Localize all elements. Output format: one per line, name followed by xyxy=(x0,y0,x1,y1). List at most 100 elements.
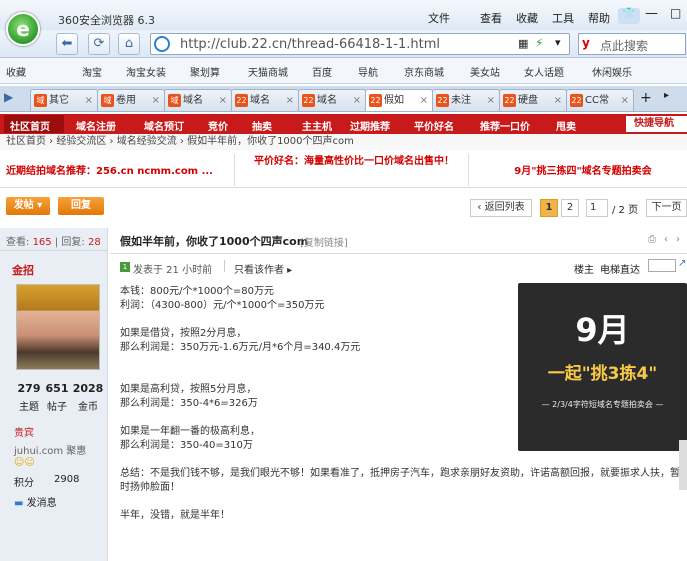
sidebar-toggle-icon[interactable]: ▶ xyxy=(4,90,13,104)
prev-thread-icon[interactable]: ‹ xyxy=(664,234,668,245)
menu-help[interactable]: 帮助 xyxy=(588,10,610,26)
address-text[interactable]: http://club.22.cn/thread-66418-1-1.html xyxy=(180,37,440,52)
fav-tmall[interactable]: 天猫商城 xyxy=(248,64,288,79)
nav-sale[interactable]: 抽卖 xyxy=(252,118,272,133)
close-icon[interactable]: × xyxy=(487,90,495,111)
fav-women-topic[interactable]: 女人话题 xyxy=(524,64,564,79)
ie-mode-icon[interactable] xyxy=(154,36,170,52)
tab-9[interactable]: 22 CC常 × xyxy=(566,89,634,111)
nav-buy-now[interactable]: 推荐一口价 xyxy=(480,118,530,133)
only-author-link[interactable]: 只看该作者 ▸ xyxy=(234,261,292,276)
jump-go-icon[interactable]: ↗ xyxy=(678,258,686,269)
close-icon[interactable]: × xyxy=(621,90,629,111)
tab-7[interactable]: 22 未注 × xyxy=(432,89,500,111)
close-icon[interactable]: × xyxy=(353,90,361,111)
back-icon[interactable]: ⬅ xyxy=(56,33,78,55)
menu-file[interactable]: 文件 xyxy=(428,10,450,26)
page-input[interactable]: 1 xyxy=(586,199,608,217)
menu-view[interactable]: 查看 xyxy=(480,10,502,26)
menu-favorites[interactable]: 收藏 xyxy=(516,10,538,26)
page-2[interactable]: 2 xyxy=(561,199,579,217)
qr-icon[interactable]: ▦ xyxy=(518,37,528,50)
fav-taobao[interactable]: 淘宝 xyxy=(82,64,102,79)
fav-taobao-women[interactable]: 淘宝女装 xyxy=(126,64,166,79)
back-to-list-button[interactable]: ‹ 返回列表 xyxy=(470,199,532,217)
tab-label: 域名 xyxy=(183,95,203,106)
maximize-icon[interactable]: □ xyxy=(670,6,681,20)
avatar[interactable] xyxy=(16,284,100,370)
new-post-button[interactable]: 发帖 ▾ xyxy=(6,197,50,215)
nav-host[interactable]: 主主机 xyxy=(302,118,332,133)
fav-beauty[interactable]: 美女站 xyxy=(470,64,500,79)
tab-2[interactable]: 域卷用 × xyxy=(97,89,165,111)
favorites-menu[interactable]: 收藏 xyxy=(6,64,26,79)
reply-button[interactable]: 回复 xyxy=(58,197,104,215)
page-1[interactable]: 1 xyxy=(540,199,558,217)
auction-ad-banner[interactable]: 9月 一起"挑3拣4" — 2/3/4字符短域名专题拍卖会 — xyxy=(518,283,687,451)
close-icon[interactable]: × xyxy=(219,90,227,111)
search-input[interactable]: 点此搜索 xyxy=(600,37,648,54)
promo-recent[interactable]: 近期结拍域名推荐：256.cn ncmm.com ... xyxy=(6,162,232,177)
tab-5[interactable]: 22 域名 × xyxy=(298,89,366,111)
nav-expired[interactable]: 过期推荐 xyxy=(350,118,390,133)
nav-bidding[interactable]: 竞价 xyxy=(208,118,228,133)
tab-label: 其它 xyxy=(49,95,69,106)
tab-list-icon[interactable]: ▸ xyxy=(664,90,669,101)
send-message-link[interactable]: ▬ 发消息 xyxy=(14,494,57,509)
stat-posts-value[interactable]: 651 xyxy=(44,382,70,395)
minimize-icon[interactable]: — xyxy=(645,6,658,21)
stat-coins-value[interactable]: 2028 xyxy=(72,382,104,395)
back-to-list-label: 返回列表 xyxy=(484,202,525,213)
stat-threads-value[interactable]: 279 xyxy=(16,382,42,395)
search-engine-icon[interactable]: y xyxy=(582,36,590,50)
tab-favicon-icon: 域 xyxy=(168,94,181,107)
breadcrumb-text[interactable]: 社区首页 › 经验交流区 › 域名经验交流 › 假如半年前，你收了1000个四声… xyxy=(0,136,354,147)
tab-label: 未注 xyxy=(451,95,471,106)
fav-entertainment[interactable]: 休闲娱乐 xyxy=(592,64,632,79)
refresh-icon[interactable]: ⟳ xyxy=(88,33,110,55)
tab-4[interactable]: 22 域名 × xyxy=(231,89,299,111)
copy-link[interactable]: [复制链接] xyxy=(300,234,348,249)
send-message-label: 发消息 xyxy=(26,498,57,509)
fav-juhuasuan[interactable]: 聚划算 xyxy=(190,64,220,79)
new-tab-icon[interactable]: + xyxy=(640,90,652,106)
jump-input[interactable] xyxy=(648,259,676,272)
tab-favicon-icon: 22 xyxy=(503,94,516,107)
skin-icon[interactable]: 👕 xyxy=(618,8,640,24)
tab-8[interactable]: 22 硬盘 × xyxy=(499,89,567,111)
close-icon[interactable]: × xyxy=(554,90,562,111)
only-author-label: 只看该作者 xyxy=(234,265,284,276)
print-icon[interactable]: ⎙ xyxy=(648,234,656,245)
dropdown-icon[interactable]: ▾ xyxy=(555,36,561,49)
nav-register[interactable]: 域名注册 xyxy=(76,118,116,133)
menu-tools[interactable]: 工具 xyxy=(552,10,574,26)
next-page-button[interactable]: 下一页 xyxy=(646,199,687,217)
scrollbar-thumb[interactable] xyxy=(679,440,687,490)
quick-nav[interactable]: 快捷导航 xyxy=(626,116,687,132)
author-name[interactable]: 金招 xyxy=(12,262,34,278)
promo-good-names[interactable]: 平价好名：海量高性价比一口价域名出售中！ xyxy=(244,155,464,169)
fav-baidu[interactable]: 百度 xyxy=(312,64,332,79)
close-icon[interactable]: × xyxy=(152,90,160,111)
tab-1[interactable]: 域其它 × xyxy=(30,89,98,111)
promo-auction[interactable]: 9月"挑三拣四"域名专题拍卖会 xyxy=(480,162,686,177)
nav-preorder[interactable]: 域名预订 xyxy=(144,118,184,133)
close-icon[interactable]: × xyxy=(85,90,93,111)
nav-clearance[interactable]: 甩卖 xyxy=(556,118,576,133)
fav-nav[interactable]: 导航 xyxy=(358,64,378,79)
tab-6-active[interactable]: 22 假如 × xyxy=(365,89,433,111)
nav-home[interactable]: 社区首页 xyxy=(10,118,50,133)
tab-favicon-icon: 22 xyxy=(436,94,449,107)
browser-logo-icon: e xyxy=(6,12,40,46)
fav-jd[interactable]: 京东商城 xyxy=(404,64,444,79)
tab-3[interactable]: 域域名 × xyxy=(164,89,232,111)
home-icon[interactable]: ⌂ xyxy=(118,33,140,55)
speed-icon[interactable]: ⚡ xyxy=(535,36,543,50)
tab-favicon-icon: 22 xyxy=(369,94,382,107)
nav-good-names[interactable]: 平价好名 xyxy=(414,118,454,133)
close-icon[interactable]: × xyxy=(420,90,428,111)
close-icon[interactable]: × xyxy=(286,90,294,111)
next-thread-icon[interactable]: › xyxy=(676,234,680,245)
views-count: 查看: 165 | 回复: 28 xyxy=(6,237,101,248)
divider xyxy=(234,154,235,186)
